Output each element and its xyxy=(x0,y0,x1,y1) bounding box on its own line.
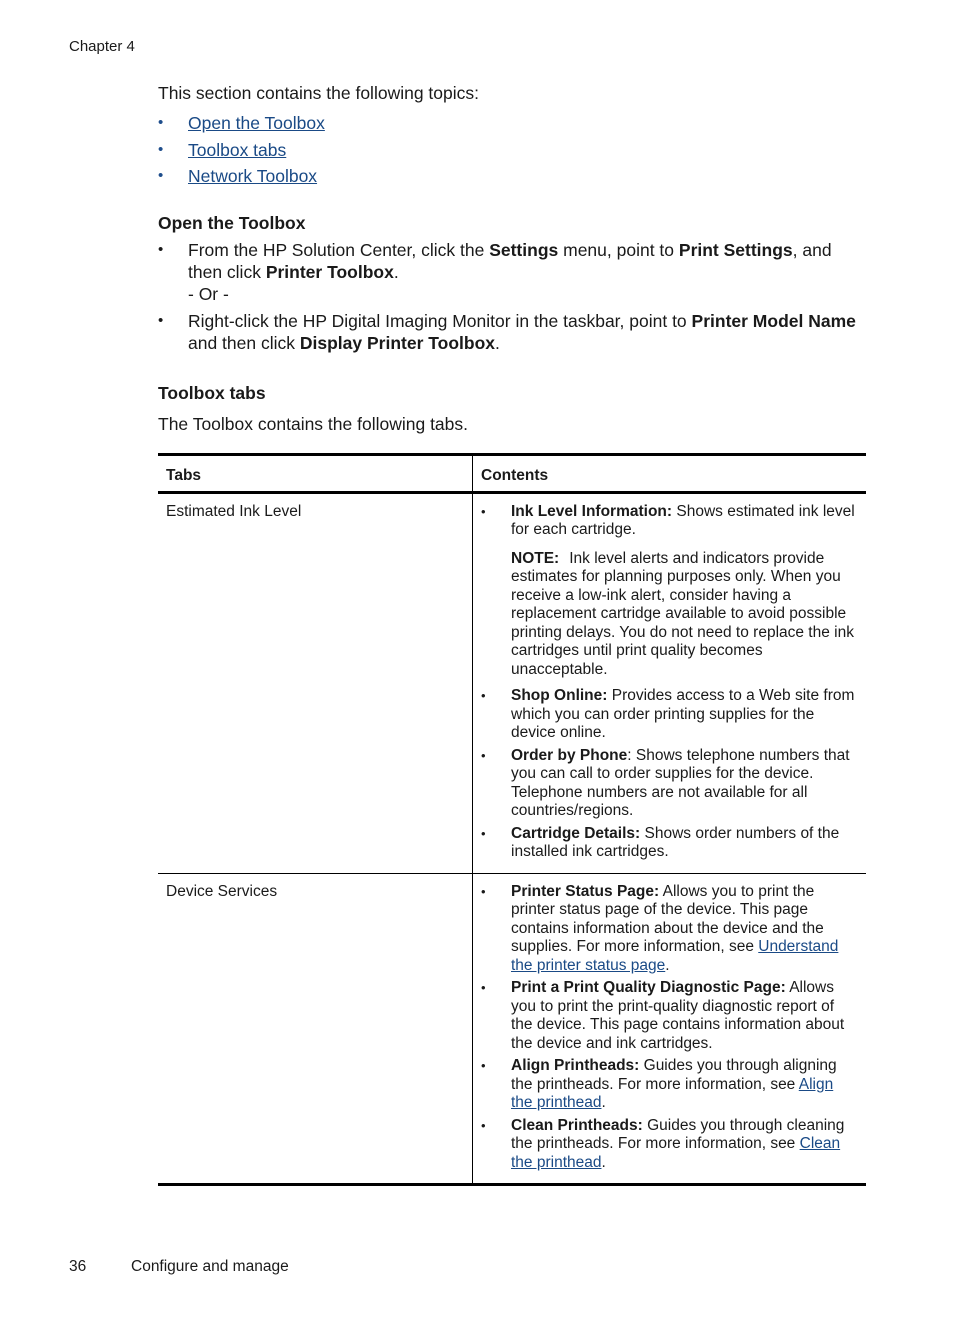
contents-cell: • Ink Level Information: Shows estimated … xyxy=(472,492,866,874)
item-label: Align Printheads: xyxy=(511,1057,640,1074)
item-text: . xyxy=(601,1094,606,1111)
topic-item: • Open the Toolbox xyxy=(158,110,866,137)
step-bold: Display Printer Toolbox xyxy=(299,332,495,353)
step-text: . xyxy=(393,261,399,282)
bullet-icon: • xyxy=(158,311,164,329)
bullet-icon: • xyxy=(158,240,164,258)
note-label: NOTE: xyxy=(511,549,560,567)
list-item: • Ink Level Information: Shows estimated … xyxy=(481,503,858,540)
contents-cell: • Printer Status Page: Allows you to prin… xyxy=(473,873,867,1185)
bullet-icon: • xyxy=(158,114,164,131)
bullet-icon: • xyxy=(481,883,486,899)
topic-link-network-toolbox[interactable]: Network Toolbox xyxy=(188,166,317,186)
tab-name-cell: Estimated Ink Level xyxy=(158,492,473,874)
note-block: NOTE: Ink level alerts and indicators pro… xyxy=(481,550,858,680)
bullet-icon: • xyxy=(158,167,164,184)
chapter-header: Chapter 4 xyxy=(69,38,135,55)
bullet-icon: • xyxy=(481,1058,486,1073)
item-label: Shop Online: xyxy=(511,687,608,704)
list-item: • Printer Status Page: Allows you to prin… xyxy=(481,883,858,976)
step-item: • Right-click the HP Digital Imaging Mon… xyxy=(158,310,866,354)
heading-open-toolbox: Open the Toolbox xyxy=(158,212,306,233)
column-header-contents: Contents xyxy=(472,454,866,494)
heading-toolbox-tabs: Toolbox tabs xyxy=(158,382,266,403)
bullet-icon: • xyxy=(158,140,164,158)
item-label: Clean Printheads: xyxy=(511,1116,643,1134)
list-item: • Order by Phone: Shows telephone numbers… xyxy=(481,747,858,821)
bullet-icon: • xyxy=(481,503,486,519)
item-label: Printer Status Page: xyxy=(511,882,660,900)
bullet-icon: • xyxy=(481,688,486,703)
item-text: . xyxy=(601,1153,606,1171)
page-footer: 36 Configure and manage xyxy=(69,1258,289,1276)
item-label: Ink Level Information: xyxy=(511,502,673,520)
item-label: Cartridge Details: xyxy=(511,824,641,842)
step-text: From the HP Solution Center, click the xyxy=(188,239,490,260)
footer-section: Configure and manage xyxy=(131,1258,289,1275)
topic-link-toolbox-tabs[interactable]: Toolbox tabs xyxy=(188,140,286,160)
contents-list: • Shop Online: Provides access to a Web s… xyxy=(481,687,858,862)
topics-list: • Open the Toolbox • Toolbox tabs • Network… xyxy=(158,110,866,190)
open-toolbox-steps: • From the HP Solution Center, click the… xyxy=(158,239,866,354)
table-header-row: Tabs Contents xyxy=(158,454,866,494)
bullet-icon: • xyxy=(481,747,486,763)
step-text: Right-click the HP Digital Imaging Monit… xyxy=(188,310,692,331)
list-item: • Cartridge Details: Shows order numbers … xyxy=(481,825,858,862)
column-header-tabs: Tabs xyxy=(158,454,473,494)
list-item: • Print a Print Quality Diagnostic Page: … xyxy=(481,979,858,1053)
contents-list: • Printer Status Page: Allows you to prin… xyxy=(481,883,858,1173)
page-content: This section contains the following topi… xyxy=(158,82,866,1186)
topic-link-open-toolbox[interactable]: Open the Toolbox xyxy=(188,113,325,133)
step-text: menu, point to xyxy=(558,239,679,260)
topic-item: • Network Toolbox xyxy=(158,163,866,190)
list-item: • Align Printheads: Guides you through al… xyxy=(481,1057,858,1113)
or-separator: - Or - xyxy=(188,283,229,304)
contents-list: • Ink Level Information: Shows estimated … xyxy=(481,503,858,540)
item-text: . xyxy=(665,956,670,974)
list-item: • Shop Online: Provides access to a Web s… xyxy=(481,687,858,743)
section-intro: This section contains the following topi… xyxy=(158,83,479,103)
topic-item: • Toolbox tabs xyxy=(158,137,866,164)
step-bold: Printer Toolbox xyxy=(265,261,394,282)
toolbox-tabs-table: Tabs Contents Estimated Ink Level • Ink L… xyxy=(158,452,866,1186)
bullet-icon: • xyxy=(481,1117,486,1133)
toolbox-tabs-intro: The Toolbox contains the following tabs. xyxy=(158,413,469,434)
bullet-icon: • xyxy=(481,825,486,841)
item-label: Order by Phone xyxy=(511,746,628,764)
page-number: 36 xyxy=(69,1258,87,1275)
step-bold: Settings xyxy=(489,239,559,260)
bullet-icon: • xyxy=(481,980,486,995)
item-label: Print a Print Quality Diagnostic Page: xyxy=(511,979,786,996)
step-bold: Printer Model Name xyxy=(691,310,856,331)
tab-name-cell: Device Services xyxy=(158,873,473,1185)
note-text: Ink level alerts and indicators provide … xyxy=(511,549,854,678)
step-item: • From the HP Solution Center, click the… xyxy=(158,239,866,305)
step-text: and then click xyxy=(188,332,300,353)
step-bold: Print Settings xyxy=(678,239,793,260)
table-row: Device Services • Printer Status Page: Al… xyxy=(158,873,866,1185)
list-item: • Clean Printheads: Guides you through cl… xyxy=(481,1117,858,1173)
step-text: . xyxy=(495,332,500,353)
table-row: Estimated Ink Level • Ink Level Informati… xyxy=(158,492,866,874)
